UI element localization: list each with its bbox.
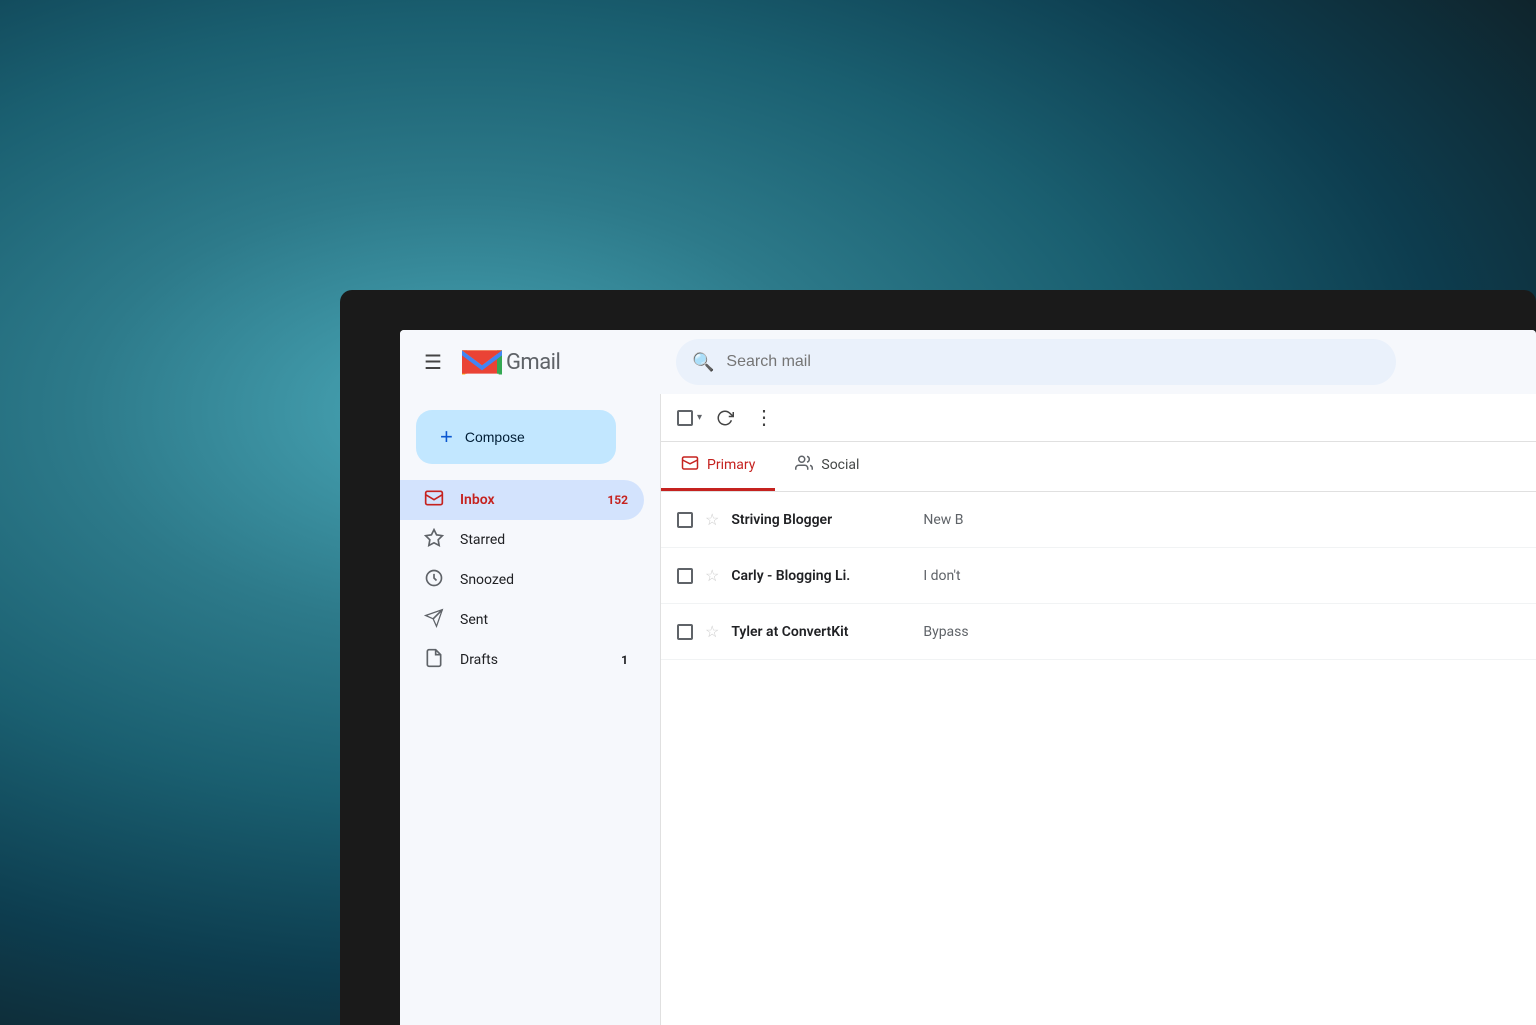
starred-label: Starred <box>460 532 628 548</box>
email-row[interactable]: ☆ Carly - Blogging Li. I don't <box>661 548 1536 604</box>
inbox-icon <box>424 488 444 513</box>
sender-name: Striving Blogger <box>731 512 911 528</box>
email-row[interactable]: ☆ Tyler at ConvertKit Bypass <box>661 604 1536 660</box>
drafts-icon <box>424 648 444 673</box>
search-input[interactable] <box>726 353 1380 371</box>
drafts-count: 1 <box>621 653 628 667</box>
email-preview: I don't <box>923 568 1520 584</box>
social-tab-label: Social <box>821 457 859 473</box>
compose-label: Compose <box>465 429 525 445</box>
inbox-label: Inbox <box>460 492 591 508</box>
email-list: ☆ Striving Blogger New B ☆ Carly - Blogg… <box>661 492 1536 1025</box>
sidebar: + Compose Inbox 152 <box>400 394 660 1025</box>
refresh-button[interactable] <box>710 403 740 433</box>
sidebar-item-inbox[interactable]: Inbox 152 <box>400 480 644 520</box>
inbox-tabs: Primary Social <box>661 442 1536 492</box>
sidebar-item-starred[interactable]: Starred <box>400 520 644 560</box>
email-preview: New B <box>923 512 1520 528</box>
compose-plus-icon: + <box>440 426 453 448</box>
main-content: + Compose Inbox 152 <box>400 394 1536 1025</box>
search-icon: 🔍 <box>692 352 714 373</box>
email-area: ▾ ⋮ <box>660 394 1536 1025</box>
email-checkbox[interactable] <box>677 624 693 640</box>
gmail-logo: Gmail <box>462 347 560 377</box>
gmail-wordmark: Gmail <box>506 350 560 375</box>
primary-tab-label: Primary <box>707 457 755 473</box>
star-icon[interactable]: ☆ <box>705 622 719 641</box>
snoozed-icon <box>424 568 444 593</box>
inbox-count: 152 <box>607 493 628 507</box>
select-dropdown-chevron[interactable]: ▾ <box>697 412 702 423</box>
sidebar-item-sent[interactable]: Sent <box>400 600 644 640</box>
sidebar-item-snoozed[interactable]: Snoozed <box>400 560 644 600</box>
sender-name: Tyler at ConvertKit <box>731 624 911 640</box>
tab-social[interactable]: Social <box>775 442 879 491</box>
sender-name: Carly - Blogging Li. <box>731 568 911 584</box>
more-options-button[interactable]: ⋮ <box>748 399 781 436</box>
drafts-label: Drafts <box>460 652 605 668</box>
hamburger-menu-button[interactable]: ☰ <box>416 342 450 382</box>
select-all-wrapper[interactable]: ▾ <box>677 410 702 426</box>
search-bar[interactable]: 🔍 <box>676 339 1396 385</box>
gmail-m-icon <box>462 347 502 377</box>
star-icon[interactable]: ☆ <box>705 566 719 585</box>
select-all-checkbox[interactable] <box>677 410 693 426</box>
email-checkbox[interactable] <box>677 512 693 528</box>
email-toolbar: ▾ ⋮ <box>661 394 1536 442</box>
gmail-screen: ☰ Gmail <box>400 330 1536 1025</box>
sidebar-item-drafts[interactable]: Drafts 1 <box>400 640 644 680</box>
email-preview: Bypass <box>923 624 1520 640</box>
sent-label: Sent <box>460 612 628 628</box>
snoozed-label: Snoozed <box>460 572 628 588</box>
starred-icon <box>424 528 444 553</box>
primary-tab-icon <box>681 454 699 476</box>
star-icon[interactable]: ☆ <box>705 510 719 529</box>
more-icon: ⋮ <box>754 405 775 430</box>
compose-button[interactable]: + Compose <box>416 410 616 464</box>
tab-primary[interactable]: Primary <box>661 442 775 491</box>
social-tab-icon <box>795 454 813 476</box>
email-row[interactable]: ☆ Striving Blogger New B <box>661 492 1536 548</box>
header-left: ☰ Gmail <box>416 342 676 382</box>
sent-icon <box>424 608 444 633</box>
gmail-header: ☰ Gmail <box>400 330 1536 394</box>
email-checkbox[interactable] <box>677 568 693 584</box>
